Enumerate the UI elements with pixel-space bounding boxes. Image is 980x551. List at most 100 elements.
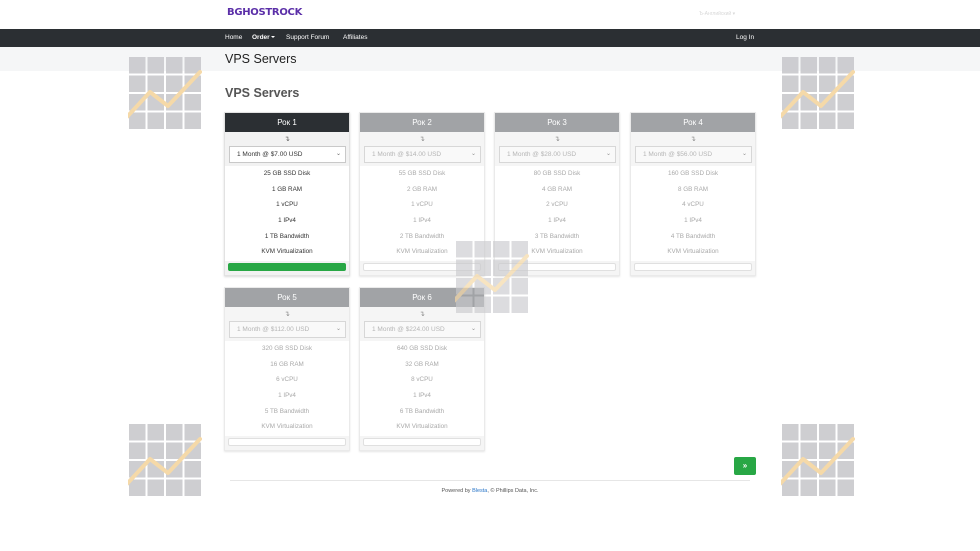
language-selector[interactable]: Ъ-Английский ▾	[699, 11, 735, 17]
package-spec: 2 vCPU	[546, 201, 568, 209]
package-spec: 640 GB SSD Disk	[396, 345, 448, 352]
top-header: BGHOSTROCK Ъ-Английский ▾	[0, 0, 980, 29]
term-select-value: 1 Month @ $224.00 USD	[372, 326, 445, 333]
select-package-bar[interactable]	[228, 438, 346, 446]
chart-watermark-icon	[124, 56, 202, 130]
term-select[interactable]: 1 Month @ $14.00 USD ⌄	[364, 146, 481, 163]
package-spec: 1 vCPU	[411, 201, 433, 209]
nav-login[interactable]: Log In	[736, 34, 754, 41]
package-spec: 320 GB SSD Disk	[261, 345, 313, 352]
term-select-value: 1 Month @ $14.00 USD	[372, 151, 442, 158]
caret-down-icon	[270, 36, 275, 39]
footer-blesta-link[interactable]: Blesta	[472, 488, 487, 494]
footer-suffix: , © Phillips Data, Inc.	[487, 488, 539, 494]
arrow-down-icon: ↴	[419, 136, 425, 143]
package-name[interactable]: Рок 3	[495, 113, 619, 132]
package-spec: 6 vCPU	[276, 376, 298, 384]
chevron-down-icon: ⌄	[741, 151, 747, 157]
package-spec: 4 GB RAM	[541, 185, 573, 193]
package-spec: 6 TB Bandwidth	[399, 407, 445, 415]
package-spec: 1 IPv4	[278, 392, 296, 400]
package-spec: 1 IPv4	[684, 217, 702, 225]
package-spec: 4 vCPU	[682, 201, 704, 209]
select-package-bar[interactable]	[634, 263, 752, 271]
arrow-down-icon: ↴	[690, 136, 696, 143]
chevron-down-icon: ▾	[732, 11, 736, 17]
arrow-down-icon: ↴	[554, 136, 560, 143]
package-term-area: ↴ 1 Month @ $56.00 USD ⌄	[631, 132, 755, 166]
chevron-down-icon: ⌄	[605, 151, 611, 157]
term-select-value: 1 Month @ $7.00 USD	[237, 151, 303, 158]
package-spec: KVM Virtualization	[396, 423, 448, 431]
package-card[interactable]: Рок 4 ↴ 1 Month @ $56.00 USD ⌄ 160 GB SSD Di…	[630, 112, 756, 276]
term-select-value: 1 Month @ $112.00 USD	[237, 326, 310, 333]
package-spec: 1 IPv4	[413, 392, 431, 400]
package-spec: 5 TB Bandwidth	[264, 407, 310, 415]
package-spec: 16 GB RAM	[270, 360, 304, 368]
chevron-down-icon: ⌄	[335, 326, 341, 332]
package-select-area	[360, 436, 484, 450]
package-term-area: ↴ 1 Month @ $14.00 USD ⌄	[360, 132, 484, 166]
package-term-area: ↴ 1 Month @ $7.00 USD ⌄	[225, 132, 349, 166]
package-spec: 4 TB Bandwidth	[670, 232, 716, 240]
term-select-value: 1 Month @ $28.00 USD	[507, 151, 577, 158]
arrow-down-icon: ↴	[284, 136, 290, 143]
page-title: VPS Servers	[225, 52, 297, 66]
select-package-bar[interactable]	[228, 263, 346, 271]
nav-support-forum[interactable]: Support Forum	[286, 34, 329, 41]
chevron-down-icon: ⌄	[470, 326, 476, 332]
chevron-down-icon: ⌄	[335, 151, 341, 157]
chart-watermark-icon	[777, 423, 855, 497]
term-select[interactable]: 1 Month @ $56.00 USD ⌄	[635, 146, 752, 163]
package-spec: 1 IPv4	[548, 217, 566, 225]
package-select-area	[225, 261, 349, 275]
package-spec: KVM Virtualization	[667, 248, 719, 256]
nav-order-label: Order	[252, 34, 270, 41]
footer-prefix: Powered by	[441, 488, 471, 494]
package-name[interactable]: Рок 2	[360, 113, 484, 132]
package-name[interactable]: Рок 1	[225, 113, 349, 132]
arrow-down-icon: ↴	[284, 311, 290, 318]
package-spec: 55 GB SSD Disk	[398, 170, 446, 177]
footer-divider	[230, 480, 750, 481]
package-spec: 1 TB Bandwidth	[264, 232, 310, 240]
language-label: Ъ-Английский	[699, 11, 732, 17]
chevron-down-icon: ⌄	[470, 151, 476, 157]
nav-affiliates[interactable]: Affiliates	[343, 34, 367, 41]
chart-watermark-icon	[124, 423, 202, 497]
package-spec: 160 GB SSD Disk	[667, 170, 719, 177]
package-term-area: ↴ 1 Month @ $28.00 USD ⌄	[495, 132, 619, 166]
select-package-bar[interactable]	[363, 438, 481, 446]
package-spec: 8 vCPU	[411, 376, 433, 384]
term-select-value: 1 Month @ $56.00 USD	[643, 151, 713, 158]
term-select[interactable]: 1 Month @ $28.00 USD ⌄	[499, 146, 616, 163]
package-spec: 32 GB RAM	[405, 360, 439, 368]
chart-watermark-icon	[451, 240, 529, 314]
chart-watermark-icon	[777, 56, 855, 130]
package-spec: KVM Virtualization	[261, 248, 313, 256]
section-heading: VPS Servers	[225, 86, 300, 100]
term-select[interactable]: 1 Month @ $7.00 USD ⌄	[229, 146, 346, 163]
package-term-area: ↴ 1 Month @ $112.00 USD ⌄	[225, 307, 349, 341]
package-spec: 1 GB RAM	[271, 185, 303, 193]
term-select[interactable]: 1 Month @ $112.00 USD ⌄	[229, 321, 346, 338]
logo[interactable]: BGHOSTROCK	[227, 7, 302, 18]
package-name[interactable]: Рок 4	[631, 113, 755, 132]
package-select-area	[631, 261, 755, 275]
main-navbar: Home Order Support Forum Affiliates Log …	[0, 29, 980, 47]
package-spec: 1 vCPU	[276, 201, 298, 209]
term-select[interactable]: 1 Month @ $224.00 USD ⌄	[364, 321, 481, 338]
package-spec: 25 GB SSD Disk	[263, 170, 311, 177]
nav-order[interactable]: Order	[252, 34, 275, 41]
package-spec: 2 GB RAM	[406, 185, 438, 193]
next-button[interactable]: »	[734, 457, 756, 475]
nav-home[interactable]: Home	[225, 34, 242, 41]
package-name[interactable]: Рок 5	[225, 288, 349, 307]
package-spec: 8 GB RAM	[677, 185, 709, 193]
package-select-area	[225, 436, 349, 450]
package-spec: 1 IPv4	[413, 217, 431, 225]
package-card[interactable]: Рок 5 ↴ 1 Month @ $112.00 USD ⌄ 320 GB SSD D…	[224, 287, 350, 451]
package-card[interactable]: Рок 1 ↴ 1 Month @ $7.00 USD ⌄ 25 GB SSD Disk…	[224, 112, 350, 276]
package-spec: KVM Virtualization	[261, 423, 313, 431]
package-spec: 1 IPv4	[278, 217, 296, 225]
